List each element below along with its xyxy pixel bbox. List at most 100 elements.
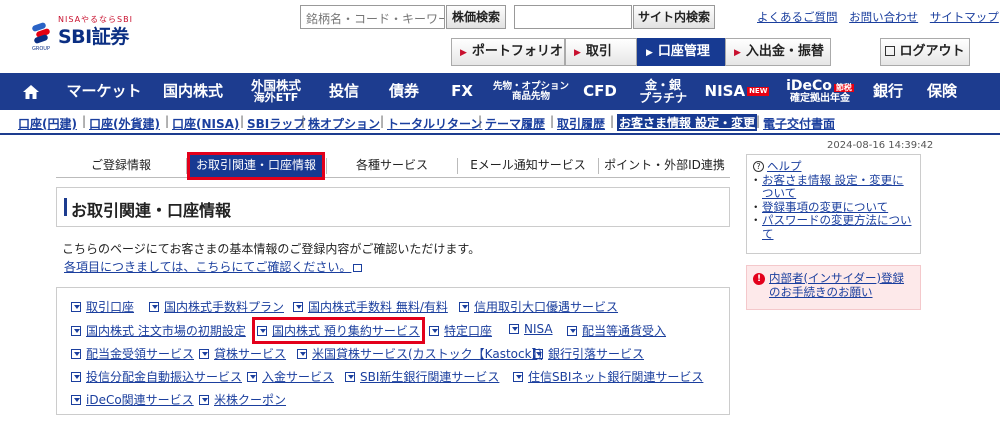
- faq-link[interactable]: よくあるご質問: [757, 10, 838, 24]
- arrow-down-icon: [509, 324, 519, 334]
- stock-search-button[interactable]: 株価検索: [446, 5, 506, 29]
- timestamp: 2024-08-16 14:39:42: [827, 140, 934, 151]
- nav-label: NISA: [704, 81, 746, 100]
- subnav-account-jpy[interactable]: 口座(円建): [18, 115, 77, 132]
- tab-trading-account-info[interactable]: お取引関連・口座情報: [187, 152, 325, 180]
- arrow-down-icon: [293, 302, 303, 312]
- link-custody-consolidation[interactable]: 国内株式 預り集約サービス: [252, 317, 425, 344]
- link-stock-lending[interactable]: 貸株サービス: [199, 345, 286, 362]
- tab-label: 口座管理: [657, 44, 710, 59]
- nav-label: 投信: [328, 81, 359, 100]
- tab-registered-info[interactable]: ご登録情報: [56, 154, 186, 178]
- link-dividend-receipt[interactable]: 配当金受領サービス: [71, 345, 194, 362]
- insider-registration-link[interactable]: 内部者(インサイダー)登録のお手続きのお願い: [769, 271, 904, 299]
- contact-link[interactable]: お問い合わせ: [849, 10, 918, 24]
- tab-services[interactable]: 各種サービス: [327, 154, 457, 178]
- link-specific-account[interactable]: 特定口座: [429, 322, 492, 339]
- subnav-customer-info[interactable]: お客さま情報 設定・変更: [617, 114, 758, 131]
- nav-label: iDeCo: [786, 77, 832, 94]
- site-search-button[interactable]: サイト内検索: [633, 5, 715, 29]
- nav-investment-trust[interactable]: 投信: [320, 73, 368, 110]
- help-link-registration-change[interactable]: 登録事項の変更について: [762, 200, 888, 214]
- tab-portfolio[interactable]: ▶ ポートフォリオ: [451, 38, 565, 66]
- link-label: NISA: [524, 322, 553, 336]
- nav-bonds[interactable]: 債券: [378, 73, 430, 110]
- nav-cfd[interactable]: CFD: [578, 73, 622, 110]
- service-link-box: 取引口座 国内株式手数料プラン 国内株式手数料 無料/有料 信用取引大口優遇サー…: [56, 287, 730, 415]
- tab-email-notification[interactable]: Eメール通知サービス: [458, 154, 598, 178]
- tab-trade[interactable]: ▶ 取引: [565, 38, 637, 66]
- link-order-market-default[interactable]: 国内株式 注文市場の初期設定: [71, 322, 246, 339]
- link-sbi-shinsei-bank[interactable]: SBI新生銀行関連サービス: [345, 368, 499, 385]
- arrow-down-icon: [257, 326, 267, 336]
- nav-label: FX: [451, 81, 473, 100]
- link-margin-large-lot[interactable]: 信用取引大口優遇サービス: [459, 298, 618, 315]
- tab-label: 入出金・振替: [745, 44, 824, 59]
- arrow-down-icon: [429, 326, 439, 336]
- help-box: ? ヘルプ お客さま情報 設定・変更について 登録事項の変更について パスワード…: [746, 154, 921, 254]
- link-label: 特定口座: [444, 324, 493, 338]
- home-icon[interactable]: [22, 83, 40, 101]
- arrow-down-icon: [149, 302, 159, 312]
- link-domestic-fee-free-paid[interactable]: 国内株式手数料 無料/有料: [293, 298, 448, 315]
- subnav-stock-option[interactable]: 株オプション: [308, 115, 380, 132]
- sbi-logo[interactable]: NISAやるならSBI SBI証券 GROUP: [31, 14, 152, 52]
- nav-ideco[interactable]: iDeCo 節税 確定拠出年金: [778, 73, 862, 110]
- details-link[interactable]: 各項目につきましては、こちらにてご確認ください。: [64, 260, 351, 274]
- insider-notice: ! 内部者(インサイダー)登録のお手続きのお願い: [746, 265, 921, 310]
- nav-gold-silver[interactable]: 金・銀 プラチナ: [632, 73, 694, 110]
- tab-account-management[interactable]: ▶ 口座管理: [637, 38, 725, 66]
- nav-futures-options[interactable]: 先物・オプション 商品先物: [490, 73, 572, 110]
- nav-nisa[interactable]: NISA NEW: [700, 73, 774, 110]
- help-item: 登録事項の変更について: [750, 200, 914, 215]
- subnav-total-return[interactable]: トータルリターン: [387, 115, 482, 132]
- brand-group: GROUP: [32, 46, 50, 52]
- logout-button[interactable]: ログアウト: [880, 38, 970, 66]
- nav-insurance[interactable]: 保険: [918, 73, 966, 110]
- link-dividend-currency[interactable]: 配当等通貨受入: [567, 322, 666, 339]
- subnav-electronic-docs[interactable]: 電子交付書面: [763, 115, 835, 132]
- help-list: お客さま情報 設定・変更について 登録事項の変更について パスワードの変更方法に…: [750, 173, 914, 242]
- link-label: SBI新生銀行関連サービス: [360, 370, 500, 384]
- nav-sublabel: プラチナ: [638, 90, 687, 105]
- subnav-trade-history[interactable]: 取引履歴: [557, 115, 605, 132]
- nav-market[interactable]: マーケット: [62, 73, 146, 110]
- subnav-sbi-wrap[interactable]: SBIラップ: [247, 115, 305, 132]
- intro-link-row: 各項目につきましては、こちらにてご確認ください。: [64, 258, 363, 275]
- info-tabs: ご登録情報 お取引関連・口座情報 各種サービス Eメール通知サービス ポイント・…: [56, 152, 730, 180]
- link-trading-account[interactable]: 取引口座: [71, 298, 134, 315]
- logout-icon: [885, 46, 896, 56]
- nav-label: 保険: [926, 81, 957, 100]
- logout-label: ログアウト: [899, 44, 965, 59]
- nav-label: 国内株式: [162, 81, 223, 100]
- site-search-input[interactable]: [514, 5, 632, 29]
- link-bank-debit[interactable]: 銀行引落サービス: [533, 345, 644, 362]
- link-us-stock-lending[interactable]: 米国貸株サービス(カストック【Kastock】): [297, 345, 542, 362]
- link-domestic-fee-plan[interactable]: 国内株式手数料プラン: [149, 298, 284, 315]
- link-ideco-services[interactable]: iDeCo関連サービス: [71, 391, 194, 408]
- link-us-stock-coupon[interactable]: 米株クーポン: [199, 391, 286, 408]
- nav-label: 銀行: [872, 81, 903, 100]
- link-deposit-service[interactable]: 入金サービス: [247, 368, 334, 385]
- help-link[interactable]: ヘルプ: [767, 159, 802, 174]
- link-nisa[interactable]: NISA: [509, 322, 553, 336]
- subnav-account-nisa[interactable]: 口座(NISA): [172, 115, 239, 132]
- arrow-down-icon: [71, 395, 81, 405]
- link-sumishin-sbi-net-bank[interactable]: 住信SBIネット銀行関連サービス: [513, 368, 703, 385]
- nav-domestic-stock[interactable]: 国内株式: [152, 73, 234, 110]
- subnav-account-foreign[interactable]: 口座(外貨建): [89, 115, 160, 132]
- tab-label: ポートフォリオ: [471, 44, 563, 59]
- sitemap-link[interactable]: サイトマップ: [930, 10, 999, 24]
- nav-bank[interactable]: 銀行: [866, 73, 910, 110]
- tab-points-external-id[interactable]: ポイント・外部ID連携: [599, 154, 730, 178]
- stock-search-input[interactable]: 銘柄名・コード・キーワード: [300, 5, 445, 29]
- link-fund-distribution-transfer[interactable]: 投信分配金自動振込サービス: [71, 368, 242, 385]
- help-link-customer-info[interactable]: お客さま情報 設定・変更について: [762, 173, 904, 201]
- help-link-password-change[interactable]: パスワードの変更方法について: [762, 213, 912, 241]
- link-label: 配当金受領サービス: [86, 347, 195, 361]
- arrow-right-icon: ▶: [734, 48, 741, 58]
- nav-foreign-stock[interactable]: 外国株式 海外ETF: [238, 73, 314, 110]
- subnav-theme-history[interactable]: テーマ履歴: [485, 115, 545, 132]
- tab-deposit-transfer[interactable]: ▶ 入出金・振替: [725, 38, 831, 66]
- nav-fx[interactable]: FX: [440, 73, 484, 110]
